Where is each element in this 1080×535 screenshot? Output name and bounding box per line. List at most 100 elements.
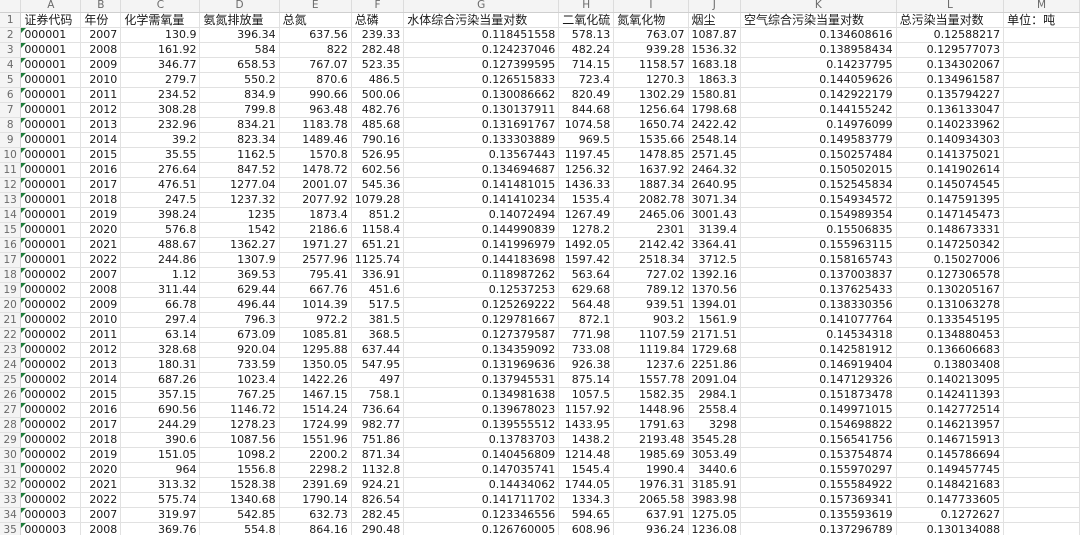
cell[interactable]: 3139.4 [688,222,742,238]
column-header-m[interactable]: M [1003,0,1080,13]
cell[interactable]: 1125.74 [351,252,405,268]
cell[interactable]: 2012 [80,102,122,118]
row-header[interactable]: 2 [0,27,22,43]
cell[interactable]: 1729.68 [688,342,742,358]
cell[interactable]: 2014 [80,372,122,388]
cell[interactable]: 542.85 [199,507,280,523]
cell[interactable]: 1277.04 [199,177,280,193]
cell[interactable] [1003,147,1080,163]
header-cell[interactable]: 氮氧化物 [613,12,689,28]
cell[interactable]: 0.1272627 [896,507,1005,523]
cell[interactable]: 1275.05 [688,507,742,523]
cell[interactable]: 000001 [20,207,82,223]
cell[interactable] [1003,192,1080,208]
cell[interactable]: 000001 [20,132,82,148]
cell[interactable]: 687.26 [120,372,201,388]
cell[interactable]: 629.44 [199,282,280,298]
row-header[interactable]: 19 [0,282,22,298]
cell[interactable]: 0.131063278 [896,297,1005,313]
row-header[interactable]: 14 [0,207,22,223]
cell[interactable]: 1489.46 [279,132,352,148]
column-header-b[interactable]: B [80,0,122,13]
cell[interactable]: 0.133545195 [896,312,1005,328]
row-header[interactable]: 20 [0,297,22,313]
row-header[interactable]: 27 [0,402,22,418]
cell[interactable]: 1422.26 [279,372,352,388]
cell[interactable]: 2015 [80,387,122,403]
cell[interactable]: 2186.6 [279,222,352,238]
cell[interactable]: 2021 [80,237,122,253]
row-header[interactable]: 15 [0,222,22,238]
cell[interactable] [1003,342,1080,358]
cell[interactable]: 0.145786694 [896,447,1005,463]
cell[interactable]: 0.13783703 [403,432,560,448]
cell[interactable]: 1158.4 [351,222,405,238]
cell[interactable]: 2984.1 [688,387,742,403]
cell[interactable]: 0.152545834 [740,177,897,193]
cell[interactable] [1003,402,1080,418]
cell[interactable]: 1183.78 [279,117,352,133]
cell[interactable]: 239.33 [351,27,405,43]
cell[interactable]: 936.24 [613,522,689,535]
cell[interactable]: 0.126515833 [403,72,560,88]
row-header[interactable]: 8 [0,117,22,133]
cell[interactable]: 2022 [80,252,122,268]
cell[interactable]: 871.34 [351,447,405,463]
cell[interactable]: 0.147250342 [896,237,1005,253]
cell[interactable]: 000002 [20,447,82,463]
column-header-e[interactable]: E [279,0,352,13]
cell[interactable]: 0.141711702 [403,492,560,508]
cell[interactable]: 2640.95 [688,177,742,193]
cell[interactable]: 000002 [20,312,82,328]
cell[interactable]: 2010 [80,312,122,328]
cell[interactable]: 0.156541756 [740,432,897,448]
cell[interactable]: 486.5 [351,72,405,88]
column-header-i[interactable]: I [613,0,689,13]
cell[interactable]: 0.144155242 [740,102,897,118]
cell[interactable]: 2065.58 [613,492,689,508]
cell[interactable]: 0.135794227 [896,87,1005,103]
cell[interactable]: 0.142772514 [896,402,1005,418]
cell[interactable]: 336.91 [351,267,405,283]
cell[interactable]: 1.12 [120,267,201,283]
cell[interactable]: 000001 [20,147,82,163]
cell[interactable]: 1014.39 [279,297,352,313]
cell[interactable]: 1362.27 [199,237,280,253]
cell[interactable]: 972.2 [279,312,352,328]
cell[interactable]: 000002 [20,492,82,508]
cell[interactable]: 368.5 [351,327,405,343]
cell[interactable]: 1478.85 [613,147,689,163]
cell[interactable]: 1556.8 [199,462,280,478]
cell[interactable]: 658.53 [199,57,280,73]
cell[interactable]: 1724.99 [279,417,352,433]
cell[interactable]: 1976.31 [613,477,689,493]
cell[interactable]: 1278.2 [558,222,615,238]
cell[interactable]: 398.24 [120,207,201,223]
cell[interactable]: 2011 [80,87,122,103]
cell[interactable]: 847.52 [199,162,280,178]
cell[interactable]: 926.38 [558,357,615,373]
cell[interactable]: 1790.14 [279,492,352,508]
cell[interactable]: 0.142922179 [740,87,897,103]
cell[interactable]: 000002 [20,357,82,373]
cell[interactable]: 2021 [80,477,122,493]
cell[interactable]: 1146.72 [199,402,280,418]
cell[interactable]: 1744.05 [558,477,615,493]
cell[interactable]: 608.96 [558,522,615,535]
cell[interactable]: 0.141375021 [896,147,1005,163]
cell[interactable]: 0.141902614 [896,162,1005,178]
cell[interactable]: 000002 [20,342,82,358]
cell[interactable]: 000001 [20,237,82,253]
cell[interactable]: 2077.92 [279,192,352,208]
column-header-j[interactable]: J [688,0,742,13]
cell[interactable]: 826.54 [351,492,405,508]
cell[interactable]: 0.130205167 [896,282,1005,298]
cell[interactable]: 0.154989354 [740,207,897,223]
cell[interactable]: 0.134961587 [896,72,1005,88]
cell[interactable]: 39.2 [120,132,201,148]
row-header[interactable]: 21 [0,312,22,328]
row-header[interactable]: 22 [0,327,22,343]
row-header[interactable]: 32 [0,477,22,493]
cell[interactable]: 1873.4 [279,207,352,223]
cell[interactable]: 66.78 [120,297,201,313]
